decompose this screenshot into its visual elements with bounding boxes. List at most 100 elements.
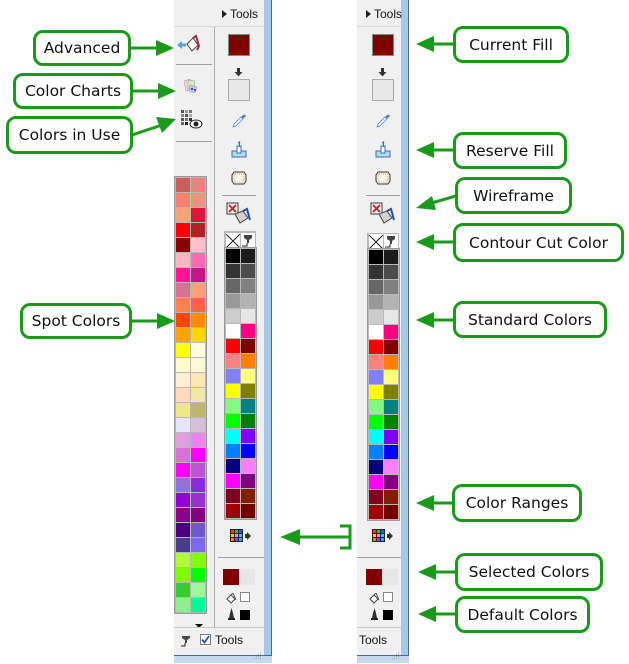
standard-color-swatch[interactable]	[369, 460, 383, 474]
standard-color-swatch[interactable]	[241, 504, 255, 518]
standard-color-swatch[interactable]	[226, 309, 240, 323]
standard-color-swatch[interactable]	[384, 340, 398, 354]
spot-color-swatch[interactable]	[176, 193, 190, 207]
left-resize-grip[interactable]	[254, 645, 262, 659]
spot-color-swatch[interactable]	[176, 283, 190, 297]
standard-color-swatch[interactable]	[226, 249, 240, 263]
standard-color-swatch[interactable]	[384, 250, 398, 264]
standard-color-swatch[interactable]	[226, 489, 240, 503]
standard-color-swatch[interactable]	[241, 399, 255, 413]
standard-color-swatch[interactable]	[369, 475, 383, 489]
standard-color-swatch[interactable]	[369, 265, 383, 279]
left-no-color-swatch[interactable]	[225, 233, 241, 249]
right-eyedropper-button[interactable]	[375, 113, 391, 129]
left-reserve-fill-button[interactable]	[230, 140, 248, 159]
standard-color-swatch[interactable]	[241, 279, 255, 293]
spot-color-swatch[interactable]	[176, 328, 190, 342]
standard-color-swatch[interactable]	[241, 444, 255, 458]
standard-color-swatch[interactable]	[226, 279, 240, 293]
spot-color-swatch[interactable]	[191, 223, 205, 237]
right-cutter-swatch[interactable]	[384, 234, 398, 248]
spot-color-swatch[interactable]	[191, 448, 205, 462]
left-wireframe-button[interactable]	[230, 170, 248, 186]
right-default-fill-swatch[interactable]	[383, 592, 393, 602]
right-no-color-swatch[interactable]	[368, 234, 384, 250]
standard-color-swatch[interactable]	[241, 429, 255, 443]
standard-color-swatch[interactable]	[384, 430, 398, 444]
standard-color-swatch[interactable]	[226, 444, 240, 458]
standard-color-swatch[interactable]	[369, 505, 383, 519]
left-color-ranges-button[interactable]	[230, 528, 252, 542]
standard-color-swatch[interactable]	[369, 355, 383, 369]
spot-color-swatch[interactable]	[191, 553, 205, 567]
standard-color-swatch[interactable]	[369, 385, 383, 399]
right-contour-cut-button[interactable]	[370, 202, 396, 226]
standard-color-swatch[interactable]	[384, 400, 398, 414]
standard-color-swatch[interactable]	[384, 325, 398, 339]
spot-color-swatch[interactable]	[191, 388, 205, 402]
right-current-fill-swatch[interactable]	[372, 34, 394, 56]
spot-color-swatch[interactable]	[176, 403, 190, 417]
standard-color-swatch[interactable]	[241, 309, 255, 323]
spot-color-swatch[interactable]	[176, 433, 190, 447]
standard-color-swatch[interactable]	[226, 459, 240, 473]
left-selected-color-2[interactable]	[239, 569, 255, 585]
right-reserve-fill-button[interactable]	[374, 140, 392, 159]
spot-color-swatch[interactable]	[176, 313, 190, 327]
standard-color-swatch[interactable]	[369, 295, 383, 309]
spot-color-swatch[interactable]	[191, 283, 205, 297]
standard-color-swatch[interactable]	[241, 369, 255, 383]
standard-color-swatch[interactable]	[241, 414, 255, 428]
right-selected-color-2[interactable]	[382, 569, 398, 585]
standard-color-swatch[interactable]	[369, 415, 383, 429]
color-charts-button[interactable]	[182, 77, 200, 95]
spot-color-swatch[interactable]	[191, 373, 205, 387]
standard-color-swatch[interactable]	[384, 385, 398, 399]
left-selected-color-1[interactable]	[223, 569, 239, 585]
standard-color-swatch[interactable]	[226, 324, 240, 338]
spot-color-swatch[interactable]	[176, 253, 190, 267]
spot-color-swatch[interactable]	[176, 373, 190, 387]
spot-color-swatch[interactable]	[191, 298, 205, 312]
spot-color-swatch[interactable]	[176, 508, 190, 522]
standard-color-swatch[interactable]	[369, 280, 383, 294]
standard-color-swatch[interactable]	[241, 249, 255, 263]
left-footer-cutter-icon[interactable]	[180, 632, 192, 647]
standard-color-swatch[interactable]	[369, 310, 383, 324]
spot-color-swatch[interactable]	[191, 433, 205, 447]
right-default-outline-swatch[interactable]	[383, 610, 393, 620]
spot-color-swatch[interactable]	[176, 478, 190, 492]
spot-color-swatch[interactable]	[176, 208, 190, 222]
spot-colors-scroll-down[interactable]	[194, 614, 204, 628]
spot-color-swatch[interactable]	[191, 343, 205, 357]
right-tools-toggle[interactable]: Tools	[366, 7, 402, 21]
standard-color-swatch[interactable]	[241, 294, 255, 308]
spot-color-swatch[interactable]	[176, 268, 190, 282]
left-default-outline-swatch[interactable]	[240, 610, 250, 620]
right-swap-arrow-icon[interactable]	[378, 62, 387, 77]
spot-color-swatch[interactable]	[176, 463, 190, 477]
standard-color-swatch[interactable]	[226, 429, 240, 443]
standard-color-swatch[interactable]	[369, 400, 383, 414]
right-wireframe-button[interactable]	[374, 170, 392, 186]
right-color-ranges-button[interactable]	[372, 528, 394, 542]
spot-color-swatch[interactable]	[191, 328, 205, 342]
spot-color-swatch[interactable]	[176, 568, 190, 582]
standard-color-swatch[interactable]	[369, 250, 383, 264]
standard-color-swatch[interactable]	[241, 339, 255, 353]
spot-color-swatch[interactable]	[176, 553, 190, 567]
standard-color-swatch[interactable]	[241, 474, 255, 488]
standard-color-swatch[interactable]	[226, 474, 240, 488]
spot-color-swatch[interactable]	[191, 523, 205, 537]
standard-color-swatch[interactable]	[384, 460, 398, 474]
left-tools-checkbox[interactable]	[200, 634, 211, 645]
spot-color-swatch[interactable]	[191, 418, 205, 432]
advanced-button[interactable]	[176, 34, 201, 56]
spot-color-swatch[interactable]	[176, 538, 190, 552]
standard-color-swatch[interactable]	[384, 355, 398, 369]
spot-color-swatch[interactable]	[176, 238, 190, 252]
spot-color-swatch[interactable]	[191, 508, 205, 522]
standard-color-swatch[interactable]	[369, 370, 383, 384]
standard-color-swatch[interactable]	[384, 475, 398, 489]
spot-color-swatch[interactable]	[176, 523, 190, 537]
